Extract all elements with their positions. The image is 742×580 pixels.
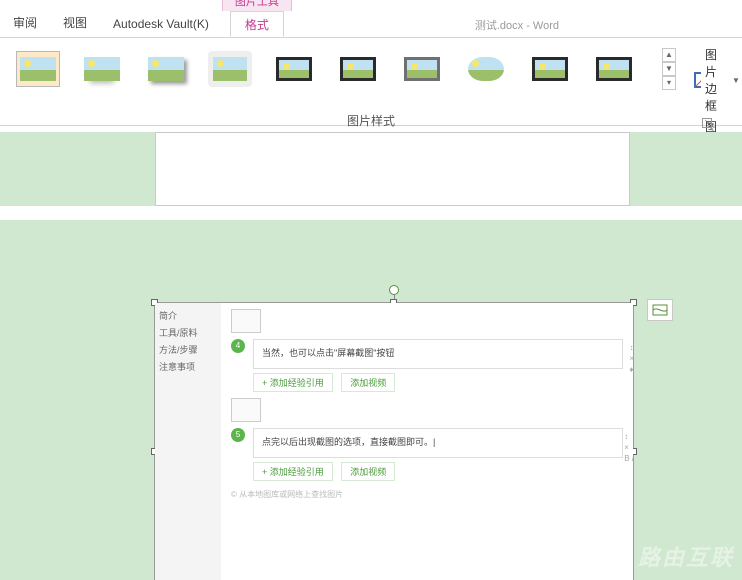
embedded-screenshot: 简介 工具/原料 方法/步骤 注意事项 4 当然，也可以点击"屏幕截图"按钮 ↕… [155, 303, 633, 580]
gallery-scroll-down[interactable]: ▼ [662, 62, 676, 76]
style-thumb-3[interactable] [144, 51, 188, 87]
style-thumb-5[interactable] [272, 51, 316, 87]
style-thumb-9[interactable] [528, 51, 572, 87]
step-text: 当然，也可以点击"屏幕截图"按钮 ↕×♦ [253, 339, 623, 369]
selected-image[interactable]: 简介 工具/原料 方法/步骤 注意事项 4 当然，也可以点击"屏幕截图"按钮 ↕… [154, 302, 634, 580]
sidebar-item: 方法/步骤 [159, 341, 217, 358]
style-thumb-8[interactable] [464, 51, 508, 87]
embed-thumbnail [231, 309, 261, 333]
add-video-link: 添加视频 [341, 462, 395, 481]
tab-view[interactable]: 视图 [50, 7, 100, 37]
style-thumb-10[interactable] [592, 51, 636, 87]
layout-options-button[interactable] [647, 299, 673, 321]
picture-styles-gallery[interactable]: ▲ ▼ ▾ [4, 44, 680, 90]
tab-review[interactable]: 审阅 [0, 7, 50, 37]
tab-format[interactable]: 格式 [230, 11, 284, 37]
gallery-scroll-up[interactable]: ▲ [662, 48, 676, 62]
step-number: 5 [231, 428, 245, 442]
style-thumb-4[interactable] [208, 51, 252, 87]
dropdown-icon: ▼ [732, 76, 740, 85]
embed-footer: © 从本地图库或网络上查找图片 [231, 489, 623, 500]
ribbon-group-label: 图片样式 [347, 112, 395, 129]
add-reference-link: + 添加经验引用 [253, 373, 333, 392]
sidebar-item: 注意事项 [159, 358, 217, 375]
add-reference-link: + 添加经验引用 [253, 462, 333, 481]
document-canvas[interactable]: 简介 工具/原料 方法/步骤 注意事项 4 当然，也可以点击"屏幕截图"按钮 ↕… [0, 132, 742, 580]
picture-border-button[interactable]: 图片边框 ▼ [694, 46, 740, 114]
tab-vault[interactable]: Autodesk Vault(K) [100, 10, 222, 37]
style-thumb-6[interactable] [336, 51, 380, 87]
style-thumb-1[interactable] [16, 51, 60, 87]
sidebar-item: 简介 [159, 307, 217, 324]
style-thumb-7[interactable] [400, 51, 444, 87]
picture-border-label: 图片边框 [705, 46, 726, 114]
layout-options-icon [652, 303, 668, 317]
sidebar-item: 工具/原料 [159, 324, 217, 341]
embed-thumbnail [231, 398, 261, 422]
step-number: 4 [231, 339, 245, 353]
style-thumb-2[interactable] [80, 51, 124, 87]
document-title: 测试.docx - Word [292, 17, 742, 37]
contextual-tab-header: 图片工具 [222, 0, 292, 11]
step-text: 点完以后出现截图的选项，直接截图即可。| ↕×B I [253, 428, 623, 458]
picture-border-icon [694, 72, 701, 88]
dialog-launcher[interactable]: ↘ [702, 118, 712, 128]
add-video-link: 添加视频 [341, 373, 395, 392]
embed-sidebar: 简介 工具/原料 方法/步骤 注意事项 [155, 303, 221, 580]
gallery-expand[interactable]: ▾ [662, 76, 676, 90]
previous-page [155, 132, 630, 206]
rotate-handle[interactable] [389, 285, 399, 295]
